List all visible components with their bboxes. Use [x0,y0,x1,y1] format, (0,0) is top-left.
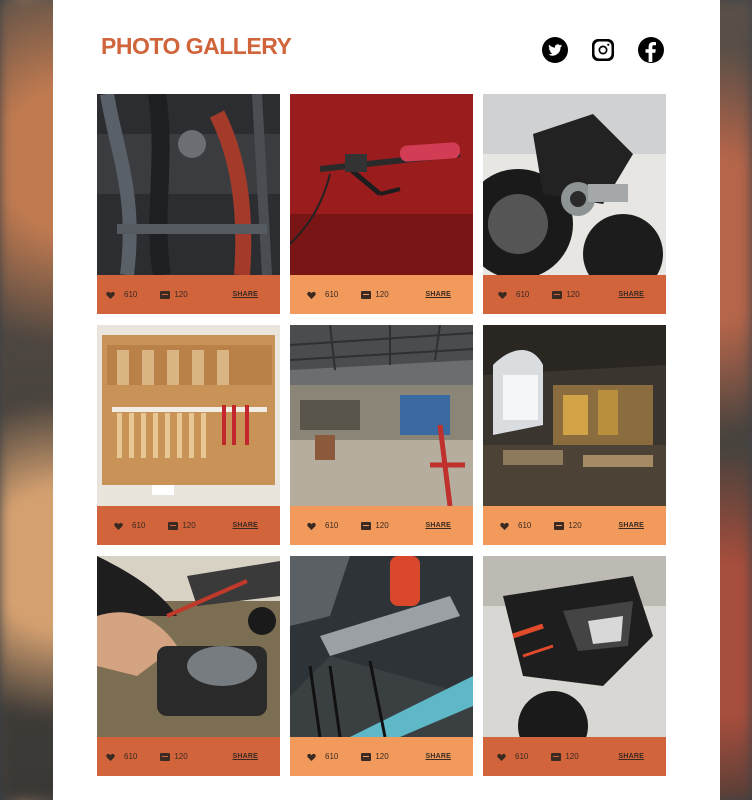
card-actions: 610 120 SHARE [483,737,666,776]
likes[interactable]: 610 [106,290,137,299]
comment-icon [160,752,171,761]
card-actions: 610 120 SHARE [290,737,473,776]
photo-garage[interactable] [290,325,473,506]
gallery-card: 610 120 SHARE [290,325,473,545]
comment-icon [361,521,372,530]
likes[interactable]: 610 [114,521,145,530]
photo-handlebar[interactable] [290,94,473,275]
card-actions: 610 120 SHARE [483,275,666,314]
comment-icon [160,290,171,299]
comments[interactable]: 120 [551,752,579,761]
share-link[interactable]: SHARE [425,522,451,529]
comment-icon [551,752,562,761]
gallery-panel: PHOTO GALLERY 610 120 SHARE 610 120 SHAR… [53,0,720,800]
share-link[interactable]: SHARE [425,291,451,298]
comments-count: 120 [568,521,582,530]
gallery-card: 610 120 SHARE [290,94,473,314]
likes-count: 610 [516,290,530,299]
comments[interactable]: 120 [160,752,188,761]
likes[interactable]: 610 [497,752,528,761]
instagram-icon[interactable] [589,36,617,64]
heart-icon [500,522,509,530]
share-link[interactable]: SHARE [425,753,451,760]
comment-icon [361,752,372,761]
comments-count: 120 [565,752,579,761]
comments-count: 120 [375,752,389,761]
likes-count: 610 [325,290,339,299]
share-link[interactable]: SHARE [618,753,644,760]
card-actions: 610 120 SHARE [290,275,473,314]
photo-grid: 610 120 SHARE 610 120 SHARE 610 120 SHAR… [97,94,666,776]
heart-icon [307,291,316,299]
comments-count: 120 [375,521,389,530]
likes[interactable]: 610 [498,290,529,299]
share-link[interactable]: SHARE [232,753,258,760]
share-link[interactable]: SHARE [618,291,644,298]
page-title: PHOTO GALLERY [101,33,292,59]
gallery-card: 610 120 SHARE [97,325,280,545]
card-actions: 610 120 SHARE [483,506,666,545]
heart-icon [498,291,507,299]
card-actions: 610 120 SHARE [290,506,473,545]
card-actions: 610 120 SHARE [97,275,280,314]
gallery-card: 610 120 SHARE [483,94,666,314]
photo-tool-wall[interactable] [97,325,280,506]
likes-count: 610 [124,290,138,299]
photo-exhaust[interactable] [483,94,666,275]
likes[interactable]: 610 [307,752,338,761]
comments[interactable]: 120 [361,752,389,761]
comments-count: 120 [174,290,188,299]
likes[interactable]: 610 [307,290,338,299]
gallery-card: 610 120 SHARE [483,325,666,545]
comment-icon [361,290,372,299]
heart-icon [307,522,316,530]
photo-workshop-interior[interactable] [483,325,666,506]
comments[interactable]: 120 [361,290,389,299]
comments[interactable]: 120 [361,521,389,530]
comments[interactable]: 120 [160,290,188,299]
facebook-icon[interactable] [637,36,665,64]
comments-count: 120 [182,521,196,530]
likes[interactable]: 610 [307,521,338,530]
likes-count: 610 [515,752,529,761]
likes[interactable]: 610 [106,752,137,761]
comments-count: 120 [375,290,389,299]
likes[interactable]: 610 [500,521,531,530]
twitter-icon[interactable] [541,36,569,64]
heart-icon [106,753,115,761]
photo-engine[interactable] [97,94,280,275]
comments-count: 120 [174,752,188,761]
comments-count: 120 [566,290,580,299]
comments[interactable]: 120 [168,521,196,530]
gallery-card: 610 120 SHARE [97,556,280,776]
photo-mechanic[interactable] [97,556,280,737]
likes-count: 610 [132,521,146,530]
likes-count: 610 [325,752,339,761]
heart-icon [497,753,506,761]
likes-count: 610 [518,521,532,530]
comment-icon [554,521,565,530]
heart-icon [307,753,316,761]
card-actions: 610 120 SHARE [97,737,280,776]
photo-motorcycle-tail[interactable] [483,556,666,737]
comments[interactable]: 120 [554,521,582,530]
likes-count: 610 [325,521,339,530]
gallery-card: 610 120 SHARE [97,94,280,314]
social-links [541,36,665,64]
comment-icon [168,521,179,530]
share-link[interactable]: SHARE [232,291,258,298]
comment-icon [552,290,563,299]
likes-count: 610 [124,752,138,761]
gallery-card: 610 120 SHARE [290,556,473,776]
comments[interactable]: 120 [552,290,580,299]
share-link[interactable]: SHARE [232,522,258,529]
photo-tools[interactable] [290,556,473,737]
share-link[interactable]: SHARE [618,522,644,529]
card-actions: 610 120 SHARE [97,506,280,545]
heart-icon [106,291,115,299]
gallery-card: 610 120 SHARE [483,556,666,776]
heart-icon [114,522,123,530]
